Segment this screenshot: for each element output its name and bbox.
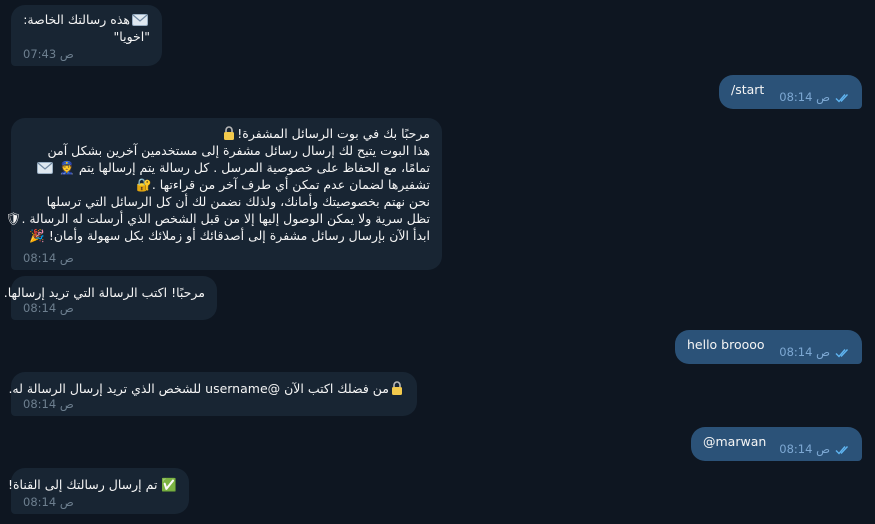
message-bubble-outgoing[interactable]: hello broooo 08:14 ص: [675, 330, 862, 364]
message-time: ص 08:14: [23, 301, 74, 315]
message-line: "اخويا": [113, 29, 150, 44]
envelope-icon: [132, 14, 148, 26]
message-time: ص 08:14: [23, 397, 74, 411]
message-line: هذه رسالتك الخاصة:: [23, 11, 150, 28]
message-bubble-incoming[interactable]: هذه رسالتك الخاصة: "اخويا" ص 07:43: [11, 5, 162, 66]
envelope-icon: [37, 162, 54, 174]
message-line: مرحبًا! اكتب الرسالة التي تريد إرسالها.: [3, 285, 205, 300]
message-time: ص 08:14: [23, 251, 74, 265]
message-bubble-incoming[interactable]: من فضلك اكتب الآن @username للشخص الذي ت…: [8, 372, 417, 416]
message-time: ص 08:14: [23, 495, 74, 509]
locked-key-icon: 🔐: [136, 177, 152, 192]
read-check-icon: [835, 349, 849, 358]
message-bubble-incoming[interactable]: ✅ تم إرسال رسالتك إلى القناة! ص 08:14: [7, 468, 189, 514]
police-officer-icon: 👮: [59, 160, 75, 175]
message-line: مرحبًا بك في بوت الرسائل المشفرة!: [23, 125, 430, 142]
chat-history: هذه رسالتك الخاصة: "اخويا" ص 07:43 /star…: [0, 0, 875, 524]
message-line: ابدأ الآن بإرسال رسائل مشفرة إلى أصدقائك…: [29, 228, 430, 243]
read-check-icon: [835, 446, 849, 455]
message-time: ص 07:43: [23, 47, 74, 61]
message-bubble-outgoing[interactable]: @marwan 08:14 ص: [691, 427, 862, 461]
message-line: تشفيرها لضمان عدم تمكن أي طرف آخر من قرا…: [136, 177, 430, 192]
message-bubble-outgoing[interactable]: /start 08:14 ص: [719, 75, 862, 109]
message-bubble-incoming[interactable]: مرحبًا بك في بوت الرسائل المشفرة! هذا ال…: [5, 118, 442, 270]
check-mark-button-icon: ✅: [161, 477, 177, 492]
message-line: ✅ تم إرسال رسالتك إلى القناة!: [7, 477, 177, 492]
message-line: هذا البوت يتيح لك إرسال رسائل مشفرة إلى …: [47, 143, 430, 158]
message-time: 08:14 ص: [779, 344, 850, 361]
party-popper-icon: 🎉: [29, 228, 45, 243]
read-check-icon: [835, 94, 849, 103]
lock-icon: [224, 126, 235, 140]
message-bubble-incoming[interactable]: مرحبًا! اكتب الرسالة التي تريد إرسالها. …: [3, 276, 217, 320]
message-line: تمامًا، مع الحفاظ على خصوصية المرسل . كل…: [23, 159, 430, 176]
lock-icon: [392, 381, 402, 395]
shield-icon: 🛡: [5, 211, 22, 226]
message-line: من فضلك اكتب الآن @username للشخص الذي ت…: [8, 380, 405, 397]
message-line: نحن نهتم بخصوصيتك وأمانك، ولذلك نضمن لك …: [46, 194, 430, 209]
message-time: 08:14 ص: [779, 89, 850, 106]
message-line: تظل سرية ولا يمكن الوصول إليها إلا من قب…: [5, 211, 430, 226]
message-time: 08:14 ص: [779, 441, 850, 458]
